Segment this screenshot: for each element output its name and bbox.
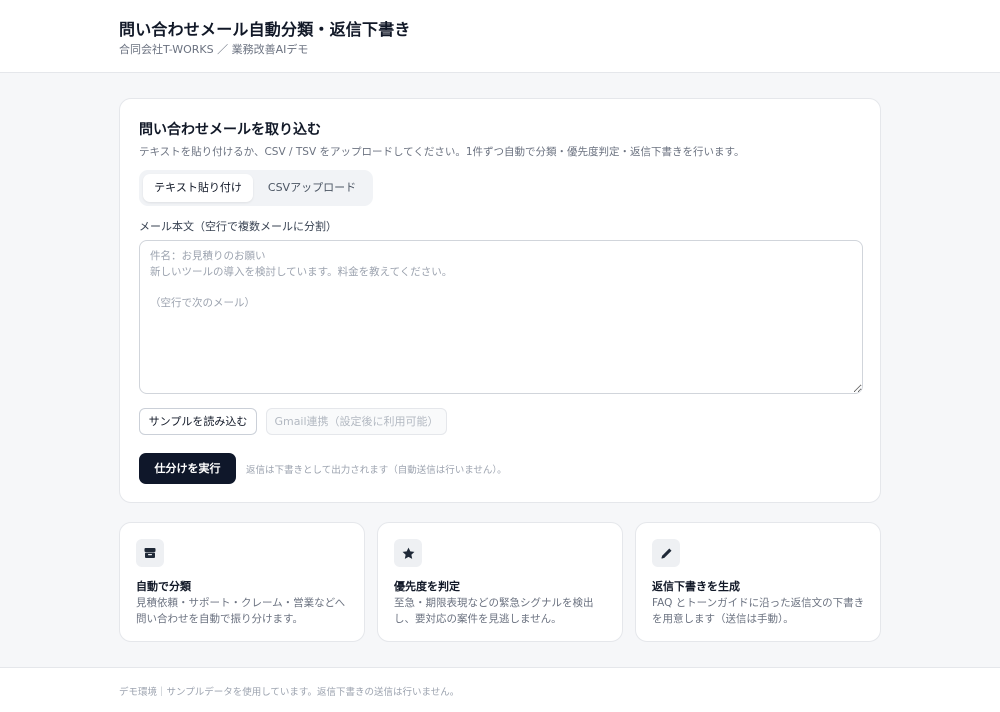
feature-title: 自動で分類 bbox=[136, 580, 191, 593]
top-header: 問い合わせメール自動分類・返信下書き 合同会社T-WORKS ／ 業務改善AIデ… bbox=[0, 0, 1000, 73]
feature-title: 優先度を判定 bbox=[394, 580, 460, 593]
feature-card-classify: 自動で分類 見積依頼・サポート・クレーム・営業などへ問い合わせを自動で振り分けま… bbox=[119, 522, 365, 642]
import-description: テキストを貼り付けるか、CSV / TSV をアップロードしてください。1件ずつ… bbox=[139, 146, 745, 158]
pencil-icon bbox=[652, 539, 680, 567]
run-note: 返信は下書きとして出力されます（自動送信は行いません）。 bbox=[246, 465, 507, 476]
import-title: 問い合わせメールを取り込む bbox=[139, 122, 321, 138]
footer-text: デモ環境｜サンプルデータを使用しています。返信下書きの送信は行いません。 bbox=[119, 687, 460, 698]
tab-text-paste[interactable]: テキスト貼り付け bbox=[143, 174, 253, 202]
run-classification-button[interactable]: 仕分けを実行 bbox=[139, 453, 236, 484]
page-footer: デモ環境｜サンプルデータを使用しています。返信下書きの送信は行いません。 bbox=[0, 667, 1000, 712]
email-body-textarea[interactable] bbox=[139, 240, 863, 394]
feature-card-draft: 返信下書きを生成 FAQ とトーンガイドに沿った返信文の下書きを用意します（送信… bbox=[635, 522, 881, 642]
feature-description: 見積依頼・サポート・クレーム・営業などへ問い合わせを自動で振り分けます。 bbox=[136, 597, 346, 625]
tab-csv-upload[interactable]: CSVアップロード bbox=[255, 174, 369, 202]
app-title: 問い合わせメール自動分類・返信下書き bbox=[119, 20, 411, 39]
import-card: 問い合わせメールを取り込む テキストを貼り付けるか、CSV / TSV をアップ… bbox=[119, 98, 881, 503]
load-sample-button[interactable]: サンプルを読み込む bbox=[139, 408, 257, 435]
feature-card-priority: 優先度を判定 至急・期限表現などの緊急シグナルを検出し、要対応の案件を見逃しませ… bbox=[377, 522, 623, 642]
feature-description: 至急・期限表現などの緊急シグナルを検出し、要対応の案件を見逃しません。 bbox=[394, 597, 594, 625]
feature-description: FAQ とトーンガイドに沿った返信文の下書きを用意します（送信は手動）。 bbox=[652, 597, 865, 625]
gmail-connect-button[interactable]: Gmail連携（設定後に利用可能） bbox=[266, 408, 447, 435]
star-icon bbox=[394, 539, 422, 567]
inbox-icon bbox=[136, 539, 164, 567]
email-body-label: メール本文（空行で複数メールに分割） bbox=[139, 220, 337, 233]
feature-title: 返信下書きを生成 bbox=[652, 580, 740, 593]
app-subtitle: 合同会社T-WORKS ／ 業務改善AIデモ bbox=[119, 43, 309, 56]
input-mode-tabs: テキスト貼り付け CSVアップロード bbox=[139, 170, 373, 206]
